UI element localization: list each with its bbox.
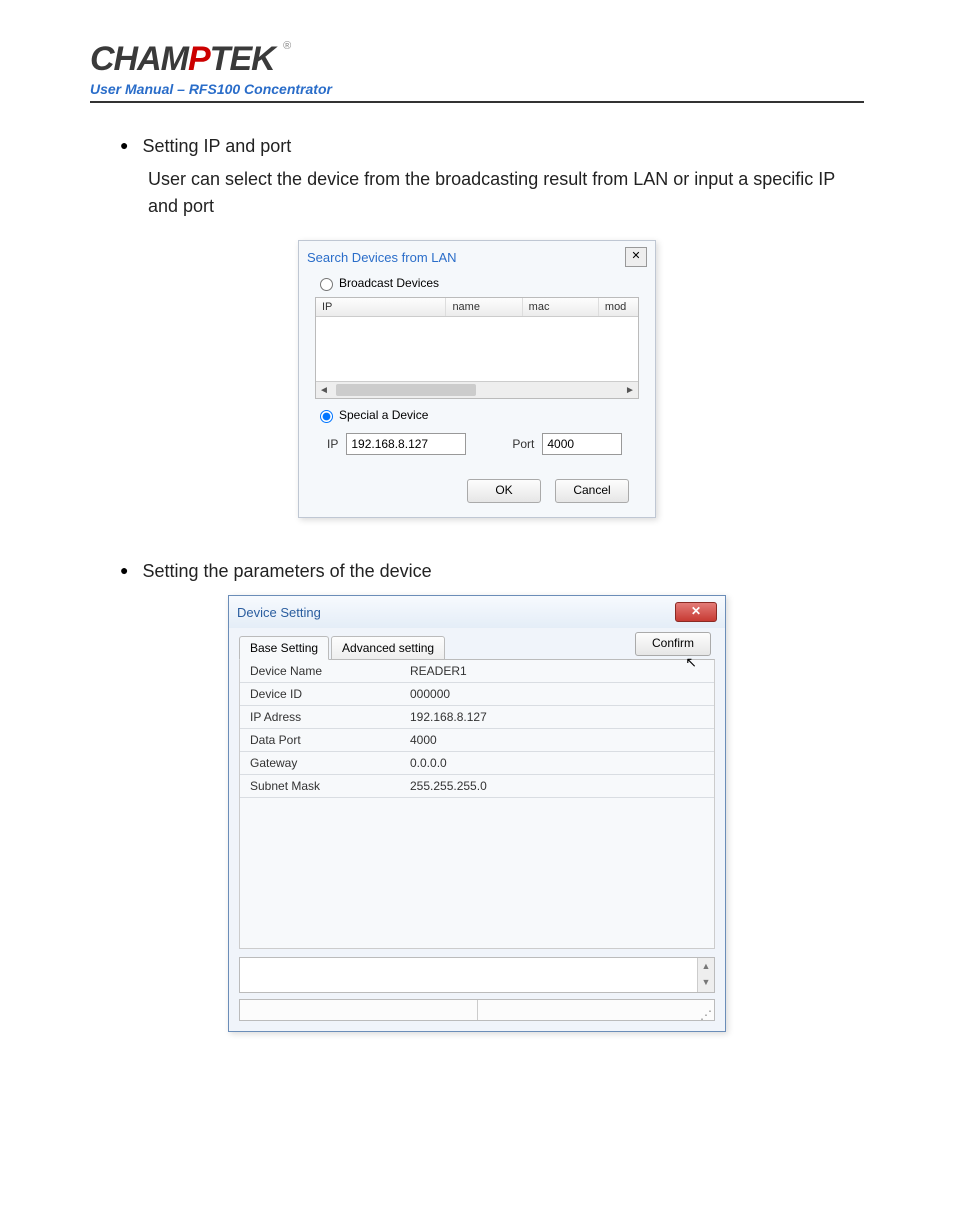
ok-button[interactable]: OK xyxy=(467,479,541,503)
setting-key: IP Adress xyxy=(240,706,400,729)
devices-list: IP name mac mod ◄ ► xyxy=(315,297,639,399)
scroll-right-icon[interactable]: ► xyxy=(622,385,638,396)
status-left-pane xyxy=(240,1000,478,1020)
setting-key: Device ID xyxy=(240,683,400,706)
brand-logo: CHAMPTEK ® xyxy=(90,40,864,79)
dialog2-titlebar: Device Setting ✕ xyxy=(229,596,725,628)
ip-input[interactable] xyxy=(346,433,466,455)
scroll-down-icon[interactable]: ▼ xyxy=(698,974,714,990)
doc-subtitle: User Manual – RFS100 Concentrator xyxy=(90,81,864,97)
setting-value[interactable]: 255.255.255.0 xyxy=(400,775,714,798)
col-mod[interactable]: mod xyxy=(599,298,638,316)
status-bar: ⋰ xyxy=(239,999,715,1021)
logo-part-mid: P xyxy=(188,40,210,78)
col-name[interactable]: name xyxy=(446,298,522,316)
table-row[interactable]: Subnet Mask255.255.255.0 xyxy=(240,775,714,798)
section1-desc: User can select the device from the broa… xyxy=(148,166,864,220)
registered-mark: ® xyxy=(283,40,291,52)
col-ip[interactable]: IP xyxy=(316,298,446,316)
base-setting-panel: Device NameREADER1Device ID000000IP Adre… xyxy=(239,659,715,949)
special-device-option[interactable]: Special a Device xyxy=(299,399,655,425)
logo-part-pre: CHAM xyxy=(90,40,188,78)
dialog1-title: Search Devices from LAN xyxy=(307,250,457,265)
vertical-scrollbar[interactable]: ▲ ▼ xyxy=(697,958,714,992)
logo-part-post: TEK xyxy=(210,40,275,78)
settings-grid: Device NameREADER1Device ID000000IP Adre… xyxy=(240,660,714,798)
setting-key: Device Name xyxy=(240,660,400,683)
setting-value[interactable]: READER1 xyxy=(400,660,714,683)
setting-key: Data Port xyxy=(240,729,400,752)
confirm-button[interactable]: Confirm xyxy=(635,632,711,656)
dialog1-titlebar: Search Devices from LAN ✕ xyxy=(299,241,655,273)
special-label: Special a Device xyxy=(339,408,428,422)
bullet-icon: ● xyxy=(120,137,128,160)
setting-value[interactable]: 0.0.0.0 xyxy=(400,752,714,775)
search-devices-dialog: Search Devices from LAN ✕ Broadcast Devi… xyxy=(298,240,656,518)
cursor-pointer-icon: ↖ xyxy=(685,654,697,671)
header-divider xyxy=(90,101,864,103)
close-icon[interactable]: ✕ xyxy=(675,602,717,622)
log-textbox[interactable]: ▲ ▼ xyxy=(239,957,715,993)
section2-title: Setting the parameters of the device xyxy=(142,558,431,585)
close-icon[interactable]: ✕ xyxy=(625,247,647,267)
port-label: Port xyxy=(512,437,534,451)
dialog2-title: Device Setting xyxy=(237,605,321,620)
device-setting-dialog: Device Setting ✕ Base Setting Advanced s… xyxy=(228,595,726,1032)
setting-key: Subnet Mask xyxy=(240,775,400,798)
section1-title: Setting IP and port xyxy=(142,133,291,160)
cancel-button[interactable]: Cancel xyxy=(555,479,629,503)
special-radio[interactable] xyxy=(320,410,333,423)
port-input[interactable] xyxy=(542,433,622,455)
table-row[interactable]: Device NameREADER1 xyxy=(240,660,714,683)
broadcast-devices-option[interactable]: Broadcast Devices xyxy=(299,273,655,293)
broadcast-radio[interactable] xyxy=(320,278,333,291)
col-mac[interactable]: mac xyxy=(523,298,599,316)
scroll-left-icon[interactable]: ◄ xyxy=(316,385,332,396)
table-row[interactable]: Gateway0.0.0.0 xyxy=(240,752,714,775)
ip-label: IP xyxy=(327,437,338,451)
tab-base-setting[interactable]: Base Setting xyxy=(239,636,329,660)
bullet-icon: ● xyxy=(120,562,128,585)
status-right-pane: ⋰ xyxy=(478,1000,715,1020)
scroll-thumb[interactable] xyxy=(336,384,476,396)
horizontal-scrollbar[interactable]: ◄ ► xyxy=(316,381,638,398)
scroll-up-icon[interactable]: ▲ xyxy=(698,958,714,974)
table-row[interactable]: Device ID000000 xyxy=(240,683,714,706)
table-row[interactable]: Data Port4000 xyxy=(240,729,714,752)
setting-key: Gateway xyxy=(240,752,400,775)
setting-value[interactable]: 4000 xyxy=(400,729,714,752)
tab-advanced-setting[interactable]: Advanced setting xyxy=(331,636,445,660)
table-row[interactable]: IP Adress192.168.8.127 xyxy=(240,706,714,729)
broadcast-label: Broadcast Devices xyxy=(339,276,439,290)
resize-grip-icon[interactable]: ⋰ xyxy=(700,1011,712,1019)
setting-value[interactable]: 000000 xyxy=(400,683,714,706)
setting-value[interactable]: 192.168.8.127 xyxy=(400,706,714,729)
